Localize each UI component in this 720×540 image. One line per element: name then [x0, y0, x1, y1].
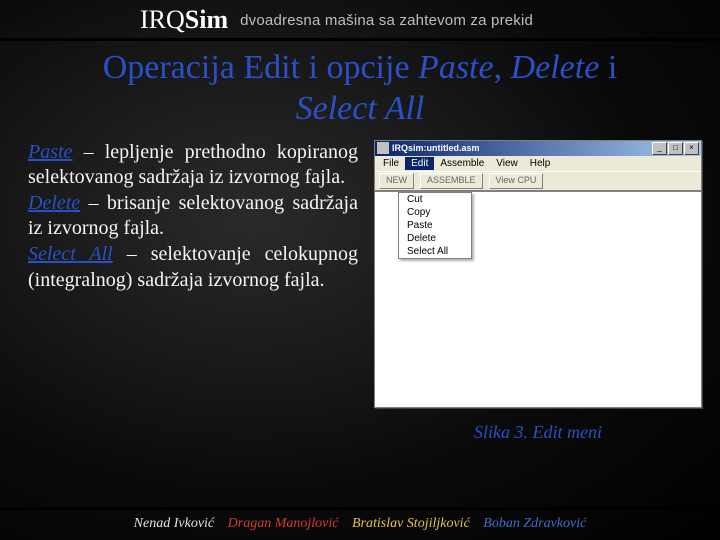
assemble-button[interactable]: ASSEMBLE [420, 173, 483, 189]
menu-file[interactable]: File [377, 157, 405, 170]
close-button[interactable]: × [684, 142, 699, 155]
menubar: File Edit Assemble View Help [375, 156, 701, 171]
page-title: Operacija Edit i opcije Paste, Delete i … [20, 48, 700, 130]
para-paste: Paste – lepljenje prethodno kopiranog se… [28, 140, 358, 191]
logo: IRQSim [140, 5, 228, 35]
divider-top [0, 38, 720, 41]
title-italic-delete: Delete [511, 49, 600, 86]
term-delete: Delete [28, 192, 80, 214]
term-paste: Paste [28, 141, 72, 163]
author-1: Nenad Ivković [134, 516, 214, 531]
body-text: Paste – lepljenje prethodno kopiranog se… [28, 140, 358, 443]
app-window: IRQsim:untitled.asm _ □ × File Edit Asse… [374, 140, 702, 408]
author-4: Boban Zdravković [483, 516, 586, 531]
menu-view[interactable]: View [490, 157, 524, 170]
menu-assemble[interactable]: Assemble [434, 157, 490, 170]
title-comma: , [494, 49, 511, 86]
divider-bottom [0, 507, 720, 510]
title-italic-paste: Paste [418, 49, 494, 86]
menu-help[interactable]: Help [524, 157, 557, 170]
figure-caption: Slika 3. Edit meni [374, 422, 702, 443]
view-cpu-button[interactable]: View CPU [489, 173, 544, 189]
window-buttons: _ □ × [652, 142, 699, 155]
menu-item-cut[interactable]: Cut [399, 193, 471, 206]
title-i: i [599, 49, 617, 86]
title-italic-selectall: Select All [296, 90, 425, 127]
figure: IRQsim:untitled.asm _ □ × File Edit Asse… [374, 140, 702, 443]
menu-edit[interactable]: Edit [405, 157, 434, 170]
maximize-button[interactable]: □ [668, 142, 683, 155]
window-title: IRQsim:untitled.asm [392, 143, 480, 153]
term-selectall: Select All [28, 243, 113, 265]
new-button[interactable]: NEW [379, 173, 414, 189]
logo-prefix: IRQ [140, 5, 185, 34]
para-selectall: Select All – selektovanje celokupnog (in… [28, 242, 358, 293]
logo-subtitle: dvoadresna mašina sa zahtevom za prekid [240, 12, 533, 29]
logo-suffix: Sim [185, 5, 228, 34]
titlebar: IRQsim:untitled.asm _ □ × [375, 141, 701, 156]
author-3: Bratislav Stojiljković [352, 516, 470, 531]
editor-area[interactable]: Cut Copy Paste Delete Select All [375, 191, 701, 407]
title-text-1: Operacija Edit i opcije [103, 49, 418, 86]
author-2: Dragan Manojlović [228, 516, 339, 531]
desc-paste: – lepljenje prethodno kopiranog selektov… [28, 141, 358, 189]
minimize-button[interactable]: _ [652, 142, 667, 155]
edit-dropdown: Cut Copy Paste Delete Select All [398, 192, 472, 259]
header-strip: IRQSim dvoadresna mašina sa zahtevom za … [0, 0, 720, 38]
app-icon [377, 142, 389, 154]
para-delete: Delete – brisanje selektovanog sadržaja … [28, 191, 358, 242]
authors: Nenad Ivković Dragan Manojlović Bratisla… [0, 516, 720, 532]
menu-item-delete[interactable]: Delete [399, 232, 471, 245]
toolbar: NEW ASSEMBLE View CPU [375, 171, 701, 191]
menu-item-paste[interactable]: Paste [399, 219, 471, 232]
content-row: Paste – lepljenje prethodno kopiranog se… [0, 134, 720, 443]
menu-item-copy[interactable]: Copy [399, 206, 471, 219]
menu-item-selectall[interactable]: Select All [399, 245, 471, 258]
